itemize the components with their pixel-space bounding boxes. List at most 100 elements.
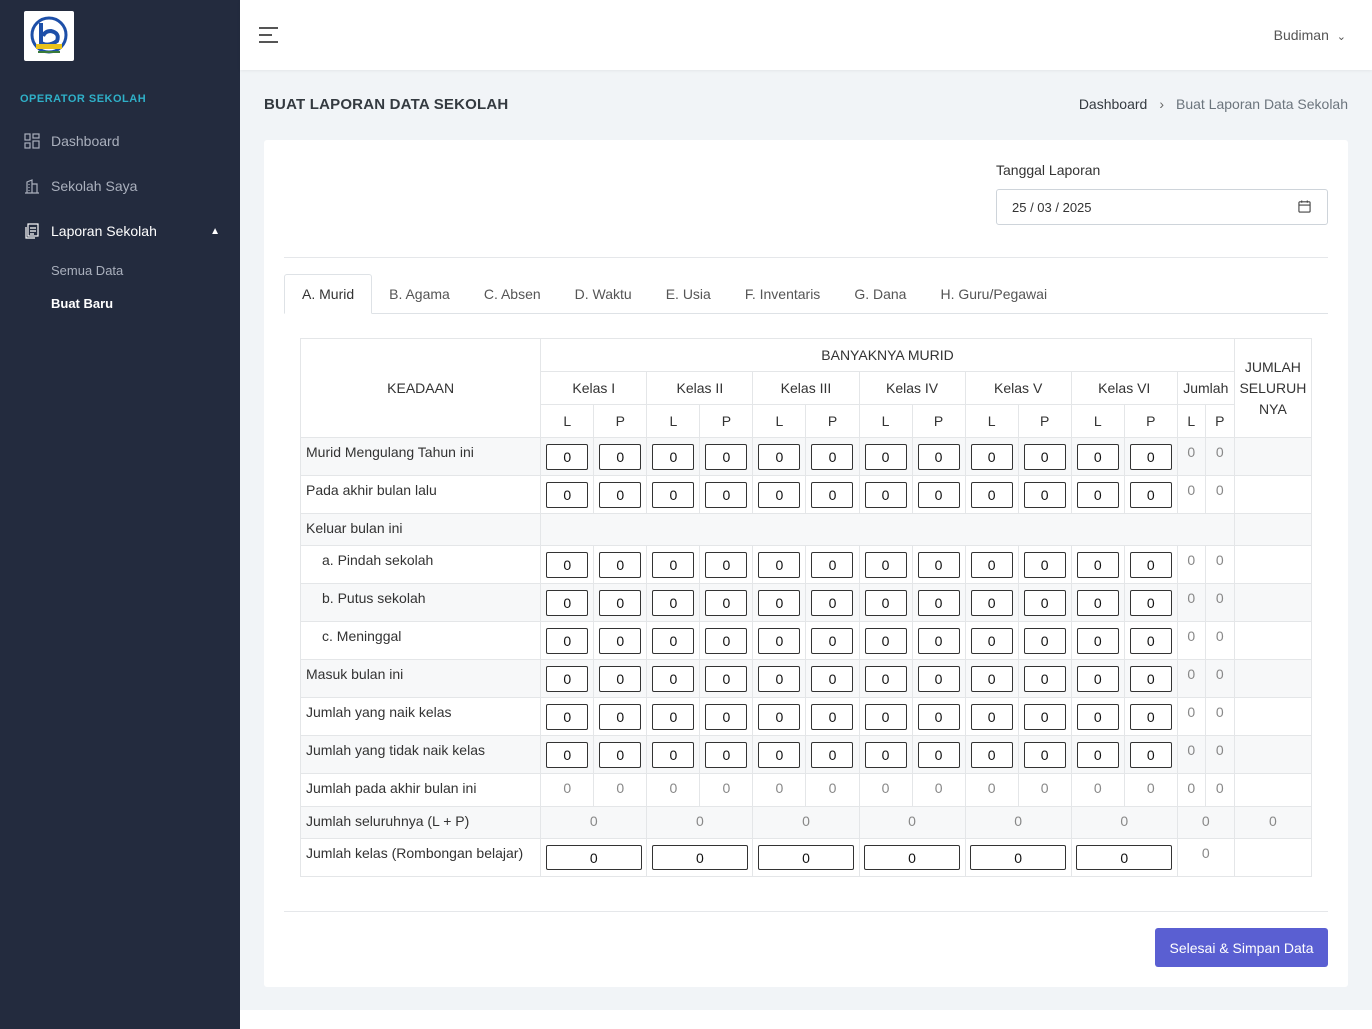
number-input[interactable]: 0 <box>652 703 695 730</box>
number-input[interactable]: 0 <box>864 627 907 654</box>
number-input[interactable]: 0 <box>864 443 907 470</box>
number-input[interactable]: 0 <box>1129 589 1172 616</box>
number-input[interactable]: 0 <box>811 443 854 470</box>
tab-inventaris[interactable]: F. Inventaris <box>728 274 837 314</box>
number-input[interactable]: 0 <box>758 481 801 508</box>
number-input[interactable]: 0 <box>1023 703 1066 730</box>
menu-toggle-icon[interactable] <box>259 27 278 44</box>
tab-waktu[interactable]: D. Waktu <box>558 274 649 314</box>
number-input[interactable]: 0 <box>970 481 1013 508</box>
number-input[interactable]: 0 <box>705 589 748 616</box>
number-input[interactable]: 0 <box>1076 443 1119 470</box>
tab-agama[interactable]: B. Agama <box>372 274 467 314</box>
school-logo[interactable] <box>24 11 74 61</box>
date-input[interactable]: 25 / 03 / 2025 <box>996 189 1328 225</box>
number-input[interactable]: 0 <box>811 627 854 654</box>
tab-murid[interactable]: A. Murid <box>284 274 373 314</box>
number-input[interactable]: 0 <box>970 741 1013 768</box>
number-input[interactable]: 0 <box>705 627 748 654</box>
number-input[interactable]: 0 <box>705 443 748 470</box>
number-input[interactable]: 0 <box>546 481 589 508</box>
number-input[interactable]: 0 <box>652 741 695 768</box>
number-input[interactable]: 0 <box>652 551 695 578</box>
number-input[interactable]: 0 <box>599 589 642 616</box>
number-input[interactable]: 0 <box>864 589 907 616</box>
number-input[interactable]: 0 <box>546 443 589 470</box>
number-input[interactable]: 0 <box>705 703 748 730</box>
number-input[interactable]: 0 <box>705 741 748 768</box>
tab-usia[interactable]: E. Usia <box>649 274 728 314</box>
rombel-input[interactable]: 0 <box>864 845 961 870</box>
sidebar-item-sekolah-saya[interactable]: Sekolah Saya <box>24 176 220 196</box>
number-input[interactable]: 0 <box>1129 627 1172 654</box>
number-input[interactable]: 0 <box>917 589 960 616</box>
number-input[interactable]: 0 <box>758 741 801 768</box>
number-input[interactable]: 0 <box>917 665 960 692</box>
number-input[interactable]: 0 <box>546 627 589 654</box>
number-input[interactable]: 0 <box>811 481 854 508</box>
number-input[interactable]: 0 <box>599 443 642 470</box>
number-input[interactable]: 0 <box>864 703 907 730</box>
breadcrumb-home[interactable]: Dashboard <box>1079 96 1148 112</box>
number-input[interactable]: 0 <box>1076 665 1119 692</box>
number-input[interactable]: 0 <box>1129 443 1172 470</box>
calendar-icon[interactable] <box>1298 200 1311 213</box>
number-input[interactable]: 0 <box>1023 443 1066 470</box>
number-input[interactable]: 0 <box>917 627 960 654</box>
number-input[interactable]: 0 <box>758 665 801 692</box>
number-input[interactable]: 0 <box>917 481 960 508</box>
number-input[interactable]: 0 <box>652 627 695 654</box>
number-input[interactable]: 0 <box>811 589 854 616</box>
sidebar-subitem-semua-data[interactable]: Semua Data <box>51 263 123 278</box>
save-button[interactable]: Selesai & Simpan Data <box>1155 928 1328 967</box>
rombel-input[interactable]: 0 <box>1076 845 1173 870</box>
number-input[interactable]: 0 <box>970 665 1013 692</box>
number-input[interactable]: 0 <box>1023 741 1066 768</box>
number-input[interactable]: 0 <box>546 589 589 616</box>
number-input[interactable]: 0 <box>1023 481 1066 508</box>
number-input[interactable]: 0 <box>652 665 695 692</box>
number-input[interactable]: 0 <box>811 703 854 730</box>
number-input[interactable]: 0 <box>970 589 1013 616</box>
number-input[interactable]: 0 <box>546 665 589 692</box>
number-input[interactable]: 0 <box>599 627 642 654</box>
number-input[interactable]: 0 <box>705 665 748 692</box>
number-input[interactable]: 0 <box>917 703 960 730</box>
number-input[interactable]: 0 <box>1129 665 1172 692</box>
number-input[interactable]: 0 <box>705 551 748 578</box>
user-menu[interactable]: Budiman ⌄ <box>1274 27 1346 43</box>
number-input[interactable]: 0 <box>1076 481 1119 508</box>
number-input[interactable]: 0 <box>758 703 801 730</box>
number-input[interactable]: 0 <box>1023 551 1066 578</box>
rombel-input[interactable]: 0 <box>651 845 748 870</box>
number-input[interactable]: 0 <box>1129 741 1172 768</box>
number-input[interactable]: 0 <box>599 741 642 768</box>
number-input[interactable]: 0 <box>970 627 1013 654</box>
number-input[interactable]: 0 <box>758 627 801 654</box>
number-input[interactable]: 0 <box>705 481 748 508</box>
number-input[interactable]: 0 <box>917 551 960 578</box>
number-input[interactable]: 0 <box>970 551 1013 578</box>
number-input[interactable]: 0 <box>864 665 907 692</box>
number-input[interactable]: 0 <box>1076 627 1119 654</box>
number-input[interactable]: 0 <box>811 741 854 768</box>
tab-guru-pegawai[interactable]: H. Guru/Pegawai <box>923 274 1064 314</box>
number-input[interactable]: 0 <box>599 551 642 578</box>
number-input[interactable]: 0 <box>917 443 960 470</box>
number-input[interactable]: 0 <box>864 481 907 508</box>
number-input[interactable]: 0 <box>599 481 642 508</box>
number-input[interactable]: 0 <box>970 443 1013 470</box>
number-input[interactable]: 0 <box>917 741 960 768</box>
number-input[interactable]: 0 <box>599 665 642 692</box>
number-input[interactable]: 0 <box>864 551 907 578</box>
number-input[interactable]: 0 <box>1023 589 1066 616</box>
tab-dana[interactable]: G. Dana <box>837 274 923 314</box>
number-input[interactable]: 0 <box>546 551 589 578</box>
number-input[interactable]: 0 <box>1076 551 1119 578</box>
number-input[interactable]: 0 <box>1129 481 1172 508</box>
number-input[interactable]: 0 <box>1023 627 1066 654</box>
number-input[interactable]: 0 <box>864 741 907 768</box>
number-input[interactable]: 0 <box>758 443 801 470</box>
number-input[interactable]: 0 <box>1076 589 1119 616</box>
rombel-input[interactable]: 0 <box>757 845 854 870</box>
